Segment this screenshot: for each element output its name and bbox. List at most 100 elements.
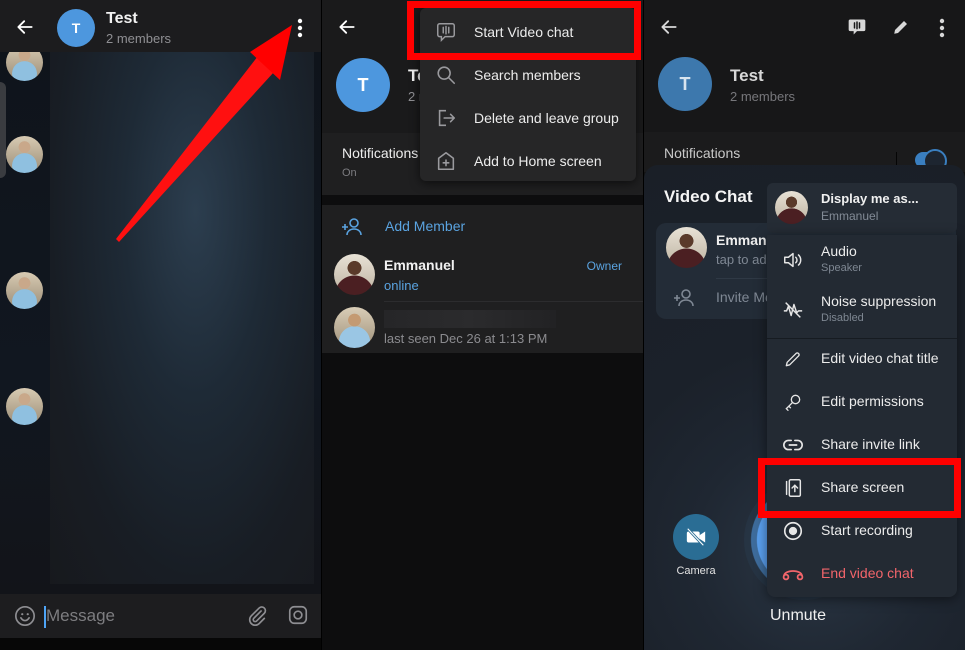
link-icon [781,433,805,457]
profile-avatar [775,191,808,224]
group-avatar[interactable]: T [336,58,390,112]
camera-toggle-button[interactable] [673,514,719,560]
camera-off-icon [686,527,706,547]
noise-suppression-icon [781,298,805,322]
menu-item-start-video-chat[interactable]: Start Video chat [420,10,636,53]
camera-button[interactable] [285,602,311,628]
menu-item-edit-title[interactable]: Edit video chat title [767,338,957,381]
side-tab [0,82,6,178]
group-subtitle: 2 members [730,89,796,104]
edit-button[interactable] [888,14,914,40]
camera-label: Camera [676,565,716,577]
group-avatar[interactable]: T [57,9,95,47]
add-user-icon [672,286,696,310]
member-name: Emmanuel [384,257,455,273]
speaker-icon [781,248,805,272]
chat-screen: T Test 2 members [0,0,322,650]
redacted-name [384,310,556,328]
attach-button[interactable] [244,603,270,629]
arrow-left-icon [17,20,33,34]
back-button[interactable] [12,14,38,40]
overflow-menu: Start Video chat Search members Delete a… [420,8,636,181]
more-vertical-icon [297,18,303,38]
member-role: Owner [586,259,622,273]
message-composer [0,594,322,638]
menu-item-noise-suppression[interactable]: Noise suppression Disabled [767,289,957,332]
share-screen-icon [781,476,805,500]
sender-avatar[interactable] [6,388,43,425]
paperclip-icon [248,606,267,627]
back-button[interactable] [334,14,360,40]
message-input[interactable] [46,603,226,629]
member-avatar [334,307,375,348]
pencil-icon [894,21,907,34]
member-status: last seen Dec 26 at 1:13 PM [384,331,548,346]
menu-item-value: Disabled [821,312,864,324]
menu-item-end-video-chat[interactable]: End video chat [767,553,957,596]
search-icon [434,63,458,87]
menu-item-start-recording[interactable]: Start recording [767,510,957,553]
menu-item-search-members[interactable]: Search members [420,53,636,96]
video-chat-button[interactable] [844,14,870,40]
display-me-as-value: Emmanuel [821,209,879,223]
menu-item-add-home[interactable]: Add to Home screen [420,139,636,182]
more-vertical-icon [939,18,945,38]
menu-item-audio[interactable]: Audio Speaker [767,239,957,282]
group-avatar[interactable]: T [658,57,712,111]
participant-avatar [666,227,707,268]
member-status: online [384,278,419,293]
add-user-icon [340,215,364,239]
menu-item-label: Start Video chat [474,23,574,40]
add-member-button[interactable]: Add Member [322,205,644,249]
emoji-button[interactable] [12,603,38,629]
menu-item-value: Speaker [821,262,862,274]
video-chat-icon [848,19,866,35]
blurred-message-bubble [50,52,314,584]
end-call-icon [781,562,805,586]
chat-title[interactable]: Test [106,10,138,28]
video-chat-title: Video Chat [664,187,753,206]
group-info-screen: T Te 2 m Notifications On Add Member Emm… [322,0,644,650]
video-chat-options-menu: Audio Speaker Noise suppression Disabled… [767,235,957,597]
menu-item-delete-leave[interactable]: Delete and leave group [420,96,636,139]
chat-subtitle: 2 members [106,31,172,46]
menu-item-edit-permissions[interactable]: Edit permissions [767,381,957,424]
display-me-as-option[interactable]: Display me as... Emmanuel [767,183,957,233]
notifications-value: On [342,167,357,179]
menu-item-label: Search members [474,66,581,83]
sender-avatar[interactable] [6,136,43,173]
panel-divider [321,0,322,650]
member-row[interactable]: Emmanuel online Owner [322,249,644,301]
group-title: Test [730,66,764,85]
menu-item-share-screen[interactable]: Share screen [767,467,957,510]
menu-item-label: Edit permissions [821,393,924,409]
notifications-label: Notifications [664,145,741,161]
camera-icon [288,605,308,625]
chat-messages-area [0,44,322,594]
menu-item-label: Add to Home screen [474,152,602,169]
leave-icon [434,106,458,130]
notifications-label: Notifications [342,145,419,161]
more-options-button[interactable] [932,14,952,42]
member-row[interactable]: last seen Dec 26 at 1:13 PM [322,302,644,354]
member-avatar [334,254,375,295]
more-options-button[interactable] [290,14,310,42]
chat-header: T Test 2 members [0,0,322,52]
add-member-label: Add Member [385,218,466,234]
menu-item-label: Share invite link [821,436,920,452]
sender-avatar[interactable] [6,272,43,309]
menu-item-label: Share screen [821,479,905,495]
record-icon [781,519,805,543]
nav-bar [0,638,322,650]
menu-item-share-invite-link[interactable]: Share invite link [767,424,957,467]
menu-item-label: Audio [821,243,857,259]
video-chat-icon [434,20,458,44]
arrow-left-icon [339,20,355,34]
panel-divider [643,0,644,650]
members-section: Add Member Emmanuel online Owner last se… [322,205,644,353]
menu-item-label: Delete and leave group [474,109,619,126]
back-button[interactable] [656,14,682,40]
pencil-icon [781,347,805,371]
participant-sub: tap to add [716,252,774,267]
menu-item-label: Noise suppression [821,293,937,309]
